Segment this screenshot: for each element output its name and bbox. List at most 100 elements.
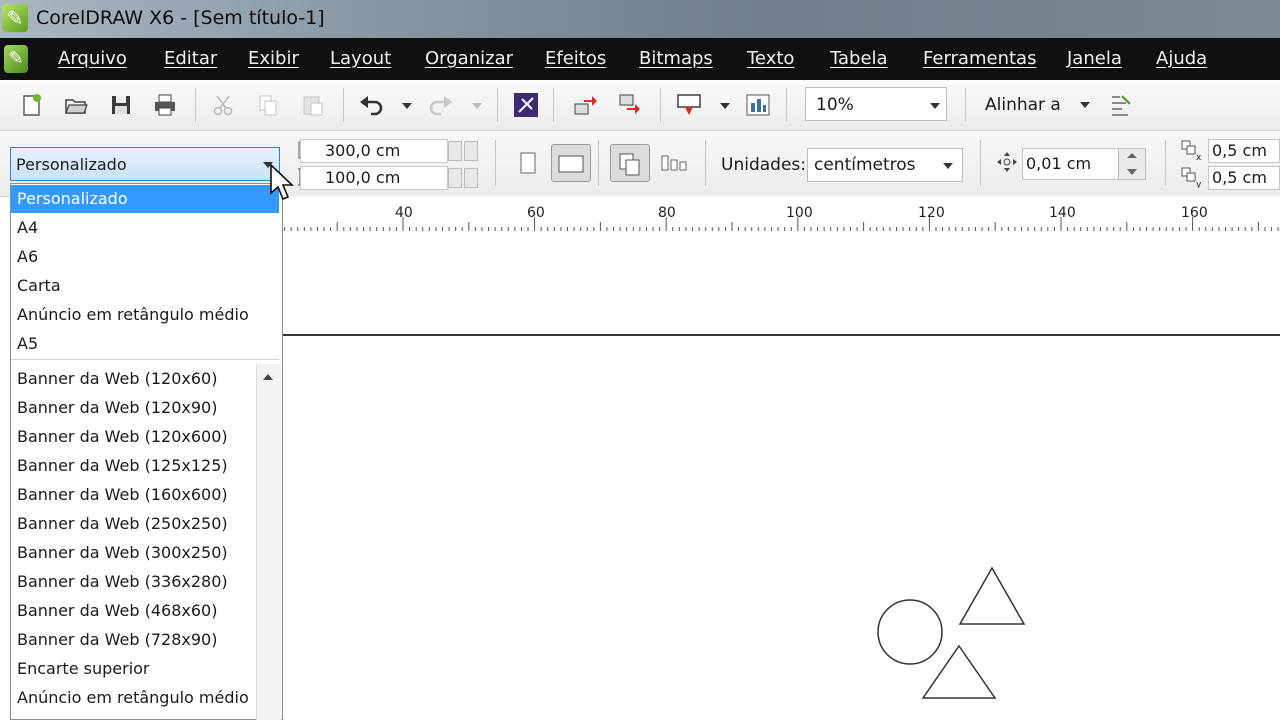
align-dropdown-icon[interactable] (1080, 102, 1090, 108)
toolbar-separator (786, 88, 787, 122)
page-height-field[interactable]: 100,0 cm (300, 166, 448, 190)
zoom-level-select[interactable]: 10% (805, 87, 947, 121)
menu-tabela[interactable]: Tabela (830, 48, 888, 69)
dropdown-item-anuncio[interactable]: Anúncio em retângulo médio (17, 305, 249, 324)
chevron-down-icon (943, 163, 953, 169)
cut-icon[interactable] (210, 92, 236, 118)
undo-dropdown-icon[interactable] (402, 103, 412, 109)
dropdown-item-personalizado[interactable]: Personalizado (17, 189, 128, 208)
import-icon[interactable] (572, 92, 598, 118)
menu-ferramentas[interactable]: Ferramentas (923, 48, 1036, 69)
ruler-label-140: 140 (1049, 205, 1076, 221)
duplicate-x-icon: x (1181, 140, 1202, 161)
menu-texto[interactable]: Texto (747, 48, 794, 69)
redo-dropdown-icon[interactable] (472, 103, 482, 109)
duplicate-distance-x-field[interactable]: 0,5 cm (1208, 139, 1280, 163)
menu-efeitos[interactable]: Efeitos (545, 48, 606, 69)
page-width-field[interactable]: 300,0 cm (300, 139, 448, 163)
canvas-shapes (877, 566, 1026, 699)
dropdown-item-banner-300x250[interactable]: Banner da Web (300x250) (17, 543, 228, 562)
units-select[interactable]: centímetros (807, 148, 963, 182)
dropdown-item-banner-468x60[interactable]: Banner da Web (468x60) (17, 601, 217, 620)
toolbar-separator (195, 88, 196, 122)
page-size-select[interactable]: Personalizado (10, 147, 280, 181)
dropdown-item-banner-125x125[interactable]: Banner da Web (125x125) (17, 456, 228, 475)
toolbar-separator (980, 140, 981, 186)
zoom-level-value: 10% (816, 95, 854, 115)
menu-editar[interactable]: Editar (164, 48, 217, 69)
spin-down-icon[interactable] (1127, 169, 1137, 175)
cursor-icon (270, 163, 294, 201)
portrait-button[interactable] (508, 144, 548, 182)
toolbar-separator (343, 88, 344, 122)
current-page-icon (661, 155, 687, 171)
menu-exibir[interactable]: Exibir (248, 48, 299, 69)
print-icon[interactable] (152, 92, 178, 118)
dropdown-item-a4[interactable]: A4 (17, 218, 38, 237)
dropdown-item-a6[interactable]: A6 (17, 247, 38, 266)
current-page-button[interactable] (656, 144, 696, 182)
all-pages-button[interactable] (610, 144, 650, 182)
app-launcher-icon[interactable] (513, 92, 539, 118)
dropdown-item-banner-160x600[interactable]: Banner da Web (160x600) (17, 485, 228, 504)
nudge-distance-field[interactable]: 0,01 cm (1022, 148, 1120, 180)
dropdown-item-banner-120x600[interactable]: Banner da Web (120x600) (17, 427, 228, 446)
publish-icon[interactable] (676, 92, 702, 118)
dropdown-item-banner-120x90[interactable]: Banner da Web (120x90) (17, 398, 217, 417)
coreldraw-logo-icon: ✎ (2, 4, 28, 32)
menu-layout[interactable]: Layout (330, 48, 391, 69)
copy-icon[interactable] (255, 92, 281, 118)
ruler-label-120: 120 (918, 205, 945, 221)
landscape-button[interactable] (551, 144, 591, 182)
open-folder-icon[interactable] (63, 92, 89, 118)
zoom-icon[interactable] (745, 92, 771, 118)
align-to-button[interactable]: Alinhar a (985, 95, 1061, 115)
dropdown-scrollbar[interactable] (256, 364, 281, 720)
toolbar-separator (705, 140, 706, 186)
svg-text:y: y (1196, 180, 1202, 188)
redo-icon[interactable] (428, 92, 454, 118)
menu-arquivo[interactable]: Arquivo (58, 48, 127, 69)
width-spin-down[interactable] (448, 141, 462, 161)
width-spin-up[interactable] (464, 141, 478, 161)
snap-options-icon[interactable] (1108, 92, 1134, 118)
duplicate-distance-y-field[interactable]: 0,5 cm (1208, 166, 1280, 190)
export-icon[interactable] (617, 92, 643, 118)
drawing-canvas[interactable] (282, 232, 1280, 720)
dropdown-item-anuncio-2[interactable]: Anúncio em retângulo médio (17, 688, 249, 707)
all-pages-icon (619, 153, 640, 176)
triangle-shape-top[interactable] (958, 566, 1026, 625)
dropdown-item-carta[interactable]: Carta (17, 276, 61, 295)
circle-shape[interactable] (877, 599, 943, 665)
toolbar-separator (495, 140, 496, 186)
menu-janela[interactable]: Janela (1067, 48, 1122, 69)
ruler-label-40: 40 (395, 205, 413, 221)
dropdown-item-banner-728x90[interactable]: Banner da Web (728x90) (17, 630, 217, 649)
dropdown-item-encarte-superior[interactable]: Encarte superior (17, 659, 150, 678)
save-icon[interactable] (108, 92, 134, 118)
scroll-up-icon[interactable] (263, 374, 273, 380)
menu-bitmaps[interactable]: Bitmaps (639, 48, 713, 69)
paste-icon[interactable] (300, 92, 326, 118)
duplicate-y-icon: y (1181, 167, 1202, 188)
dropdown-item-banner-120x60[interactable]: Banner da Web (120x60) (17, 369, 217, 388)
height-spin-up[interactable] (464, 168, 478, 188)
toolbar-separator (1165, 140, 1166, 186)
app-menu-icon[interactable]: ✎ (4, 45, 28, 73)
new-document-icon[interactable] (18, 92, 44, 118)
dropdown-item-banner-250x250[interactable]: Banner da Web (250x250) (17, 514, 228, 533)
nudge-icon (997, 152, 1017, 172)
publish-dropdown-icon[interactable] (720, 103, 730, 109)
dropdown-item-a5[interactable]: A5 (17, 334, 38, 353)
menu-organizar[interactable]: Organizar (425, 48, 513, 69)
toolbar-separator (497, 88, 498, 122)
undo-icon[interactable] (358, 92, 384, 118)
page-size-value: Personalizado (16, 155, 127, 174)
units-label: Unidades: (721, 155, 806, 175)
nudge-spinner[interactable] (1118, 148, 1146, 180)
menu-ajuda[interactable]: Ajuda (1156, 48, 1207, 69)
dropdown-item-banner-336x280[interactable]: Banner da Web (336x280) (17, 572, 228, 591)
horizontal-ruler[interactable] (282, 196, 1280, 233)
spin-up-icon[interactable] (1127, 153, 1137, 158)
height-spin-down[interactable] (448, 168, 462, 188)
